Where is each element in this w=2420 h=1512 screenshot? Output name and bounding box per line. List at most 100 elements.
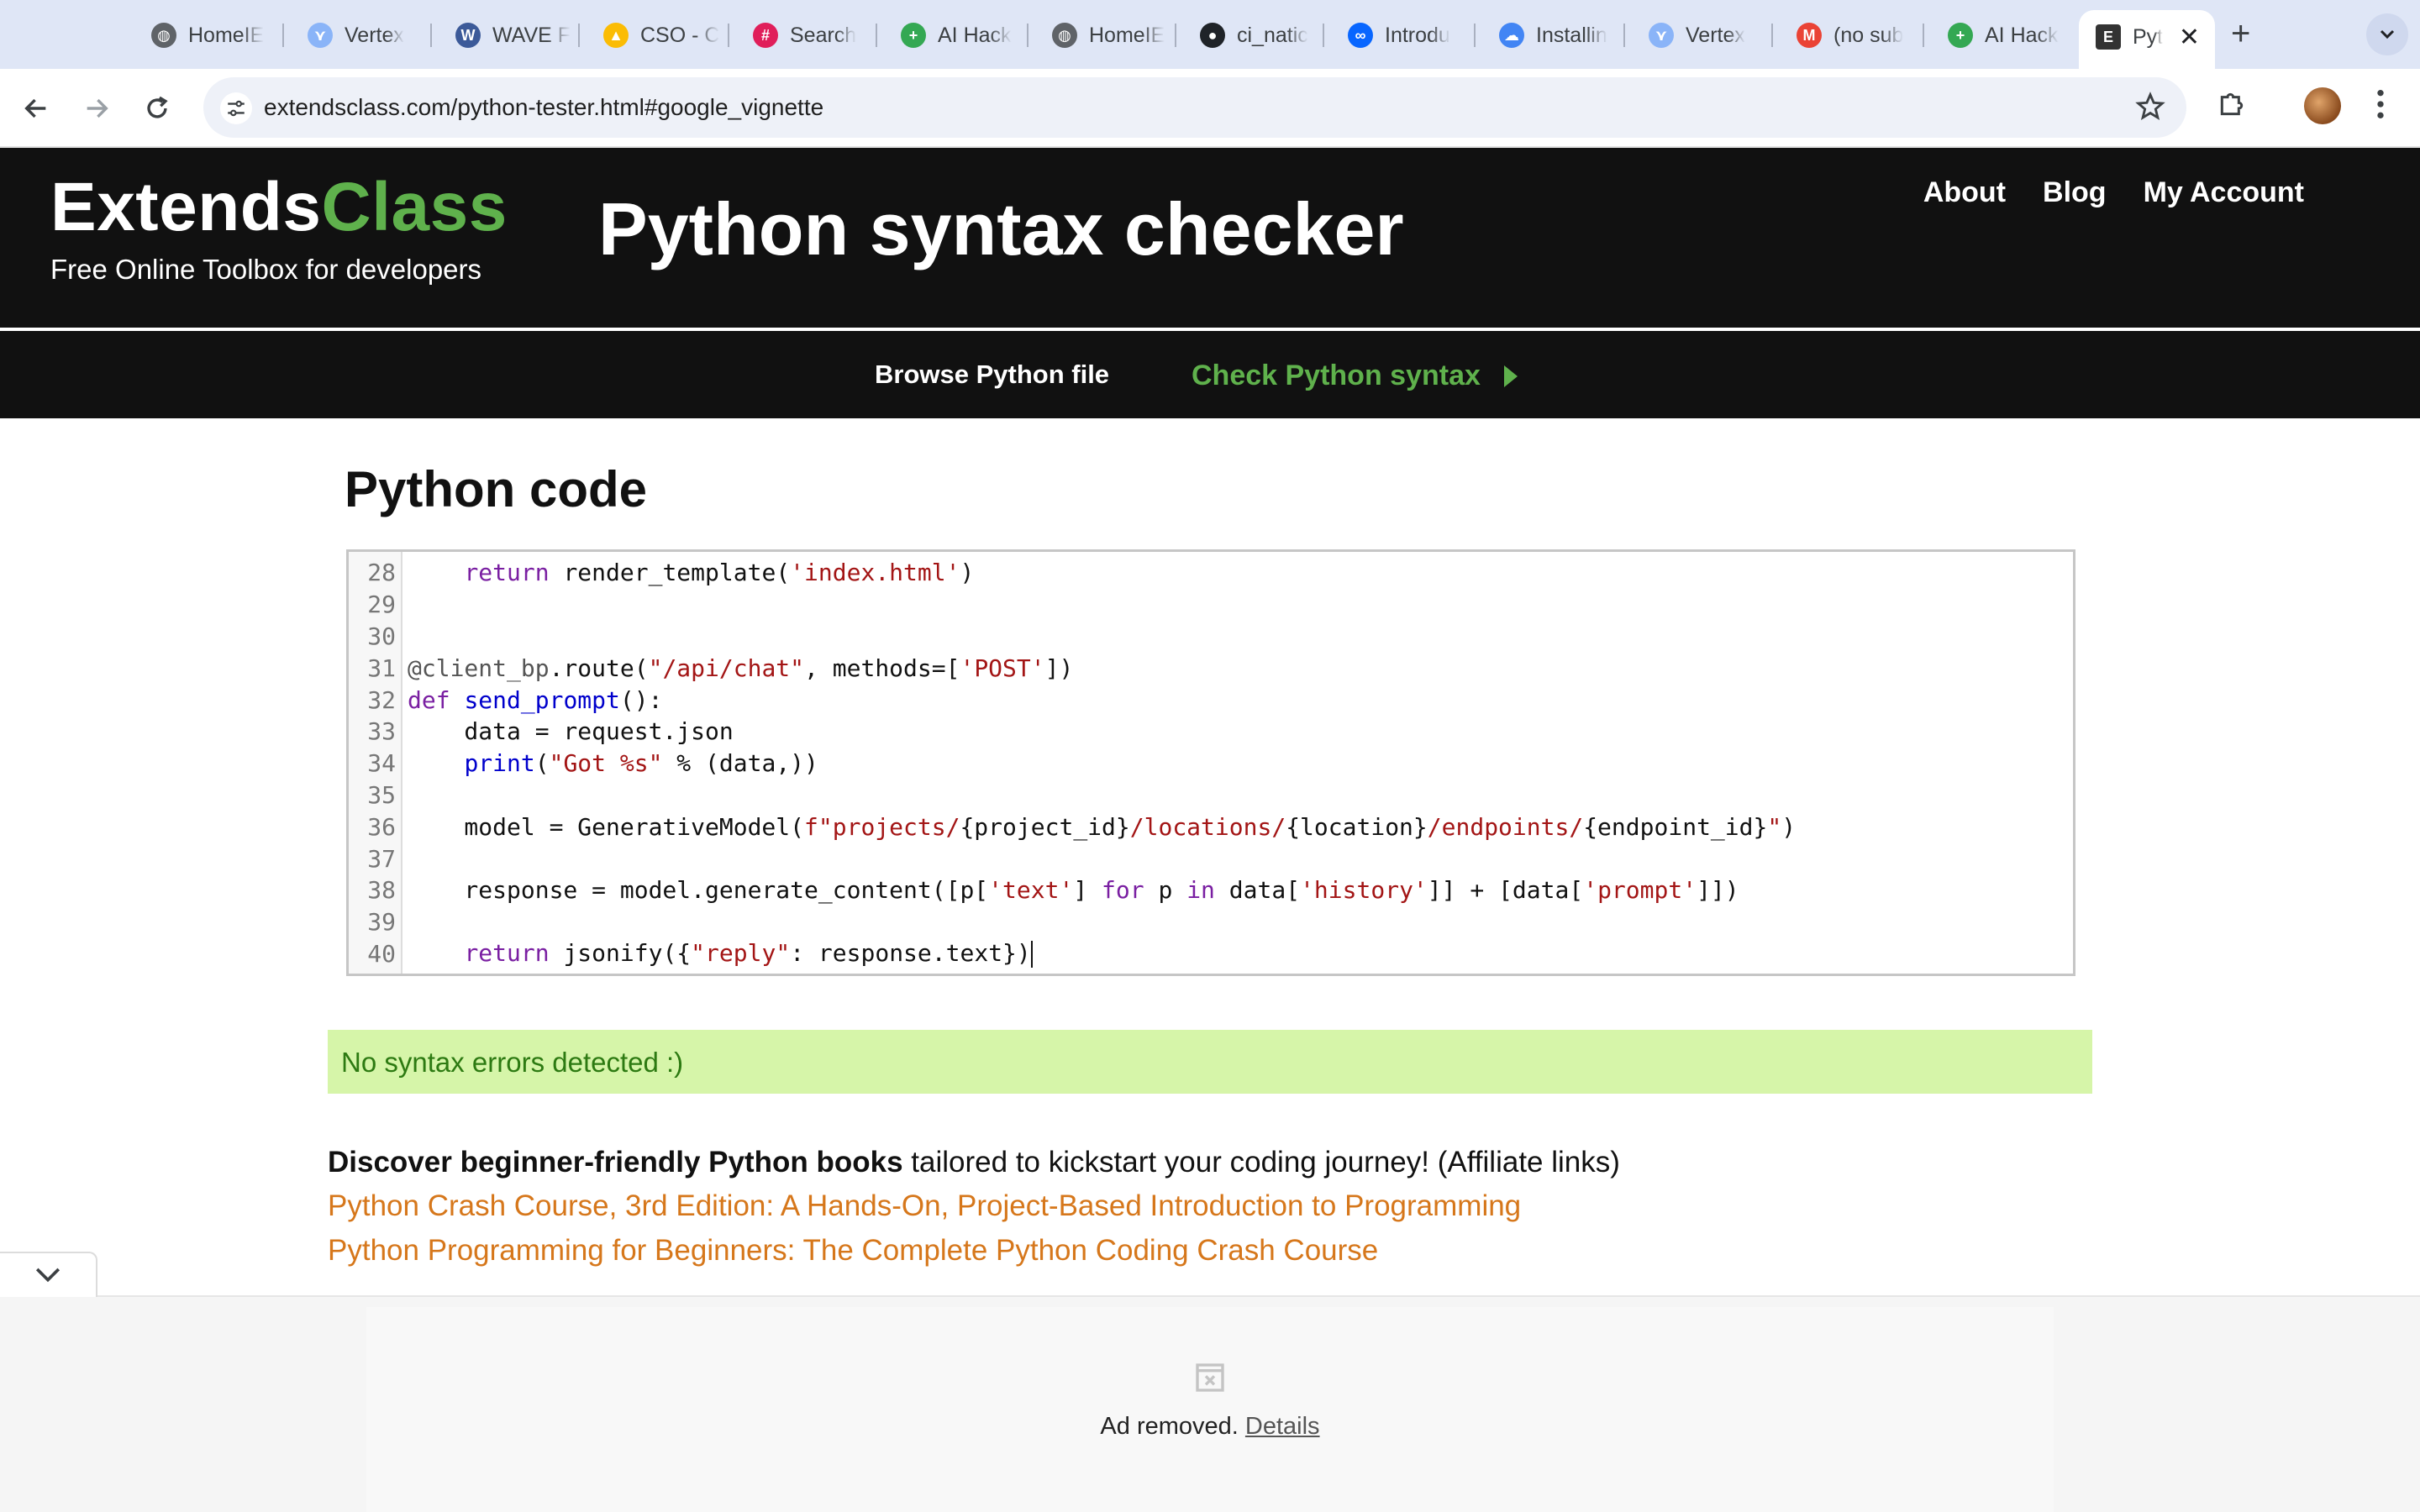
browse-python-file-link[interactable]: Browse Python file (875, 360, 1109, 390)
ad-removed-icon (1193, 1361, 1227, 1399)
text-cursor (1030, 941, 1033, 969)
syntax-result-banner: No syntax errors detected :) (328, 1030, 2092, 1094)
site-header: ExtendsClass Free Online Toolbox for dev… (0, 148, 2420, 328)
tab-title: AI Hack (1985, 23, 2059, 47)
browser-tab[interactable]: + AI Hack (884, 12, 1028, 59)
tab-title: Pyt (2133, 24, 2164, 49)
ad-details-link[interactable]: Details (1245, 1413, 1320, 1440)
tab-separator (430, 24, 432, 47)
browser-menu-icon[interactable] (2375, 87, 2386, 125)
reload-icon (147, 96, 168, 118)
tab-separator (728, 24, 729, 47)
top-nav: About Blog My Account (1923, 176, 2304, 209)
browser-tab[interactable]: ☁ Installin (1482, 12, 1627, 59)
collapse-ad-button[interactable] (0, 1252, 97, 1297)
close-tab-icon[interactable]: ✕ (2179, 23, 2200, 52)
browser-tab[interactable]: ▲ CSO - C (587, 12, 731, 59)
forward-button[interactable] (77, 89, 116, 128)
books-section: Discover beginner-friendly Python books … (328, 1146, 2176, 1278)
code-text: model = GenerativeModel(f"projects/{proj… (408, 812, 1797, 841)
ad-placeholder (366, 1307, 2054, 1512)
chevron-down-icon (2380, 29, 2395, 39)
browser-tab[interactable]: W WAVE F (439, 12, 583, 59)
section-title: Python code (345, 461, 648, 517)
line-number: 37 (367, 844, 396, 873)
syntax-result-text: No syntax errors detected :) (341, 1047, 684, 1078)
browser-tab[interactable]: # Search (736, 12, 881, 59)
forward-arrow-icon (87, 98, 108, 118)
line-number: 31 (367, 654, 396, 682)
code-lines: 28 return render_template('index.html') 2… (349, 557, 1796, 969)
address-bar[interactable]: extendsclass.com/python-tester.html#goog… (203, 77, 2186, 138)
reload-button[interactable] (138, 89, 176, 128)
code-line: 39 (349, 906, 1796, 938)
tab-separator (1027, 24, 1028, 47)
books-intro-rest: tailored to kickstart your coding journe… (902, 1146, 1620, 1179)
globe-icon: ◍ (1052, 23, 1077, 48)
browser-toolbar: extendsclass.com/python-tester.html#goog… (0, 69, 2420, 148)
bookmark-star-icon[interactable] (2134, 91, 2166, 127)
code-line: 30 (349, 621, 1796, 653)
tab-title: Introdu (1385, 23, 1450, 47)
code-line: 31 @client_bp.route("/api/chat", methods=… (349, 652, 1796, 684)
github-icon: ● (1200, 23, 1225, 48)
nav-blog-link[interactable]: Blog (2043, 176, 2107, 209)
line-number: 38 (367, 876, 396, 905)
ad-area (0, 1295, 2420, 1512)
nav-about-link[interactable]: About (1923, 176, 2006, 209)
tab-title: (no sub (1833, 23, 1904, 47)
browser-tab[interactable]: ∞ Introdu (1331, 12, 1476, 59)
tab-title: WAVE F (492, 23, 571, 47)
code-line: 36 model = GenerativeModel(f"projects/{p… (349, 811, 1796, 843)
code-line: 29 (349, 589, 1796, 621)
tab-title: Installin (1536, 23, 1607, 47)
profile-avatar[interactable] (2304, 87, 2341, 124)
browser-tab[interactable]: M (no sub (1780, 12, 1924, 59)
browser-tab[interactable]: ◍ HomeIE (134, 12, 279, 59)
book-link[interactable]: Python Programming for Beginners: The Co… (328, 1234, 2176, 1278)
tab-separator (1323, 24, 1324, 47)
nav-my-account-link[interactable]: My Account (2144, 176, 2304, 209)
back-button[interactable] (17, 89, 55, 128)
vertex-icon: ⋎ (1649, 23, 1674, 48)
line-number: 32 (367, 685, 396, 714)
logo-wordmark: ExtendsClass (50, 173, 508, 242)
tab-title: AI Hack (938, 23, 1012, 47)
tab-search-button[interactable] (2366, 13, 2408, 55)
slack-icon: # (753, 23, 778, 48)
extendsclass-icon: E (2096, 24, 2121, 50)
browser-tabstrip: E Pyt ✕ + ◍ HomeIE ⋎ Vertex W WAVE F ▲ CSO - C #… (0, 0, 2420, 69)
browser-tab[interactable]: ⋎ Vertex (291, 12, 435, 59)
code-line: 33 data = request.json (349, 716, 1796, 748)
line-number: 40 (367, 939, 396, 968)
sheets-icon: + (901, 23, 926, 48)
extensions-puzzle-icon[interactable] (2215, 87, 2249, 125)
tab-active[interactable]: E Pyt ✕ (2079, 10, 2215, 69)
browser-tab[interactable]: ⋎ Vertex (1632, 12, 1776, 59)
vertex-icon: ⋎ (308, 23, 333, 48)
code-text: @client_bp.route("/api/chat", methods=['… (408, 654, 1074, 682)
site-logo[interactable]: ExtendsClass Free Online Toolbox for dev… (50, 173, 508, 286)
gcloud-icon: ☁ (1499, 23, 1524, 48)
tab-separator (876, 24, 877, 47)
gmail-icon: M (1797, 23, 1822, 48)
line-number: 35 (367, 780, 396, 809)
line-number: 29 (367, 591, 396, 619)
chevron-down-icon (35, 1268, 60, 1283)
code-editor[interactable]: 28 return render_template('index.html') 2… (346, 549, 2075, 976)
url-text: extendsclass.com/python-tester.html#goog… (264, 94, 823, 121)
new-tab-button[interactable]: + (2231, 15, 2250, 53)
browser-tab[interactable]: ● ci_natic (1183, 12, 1328, 59)
browser-tab[interactable]: + AI Hack (1931, 12, 2075, 59)
back-arrow-icon (24, 98, 46, 118)
url-host: extendsclass.com (264, 94, 451, 120)
tab-separator (1923, 24, 1924, 47)
check-python-syntax-link[interactable]: Check Python syntax (1192, 360, 1518, 392)
book-link[interactable]: Python Crash Course, 3rd Edition: A Hand… (328, 1189, 2176, 1234)
sheets-icon: + (1948, 23, 1973, 48)
browser-tab[interactable]: ◍ HomeIE (1035, 12, 1180, 59)
drive-icon: ▲ (603, 23, 629, 48)
page-title: Python syntax checker (598, 187, 1404, 270)
code-line: 35 (349, 780, 1796, 811)
site-settings-icon[interactable] (220, 92, 252, 124)
